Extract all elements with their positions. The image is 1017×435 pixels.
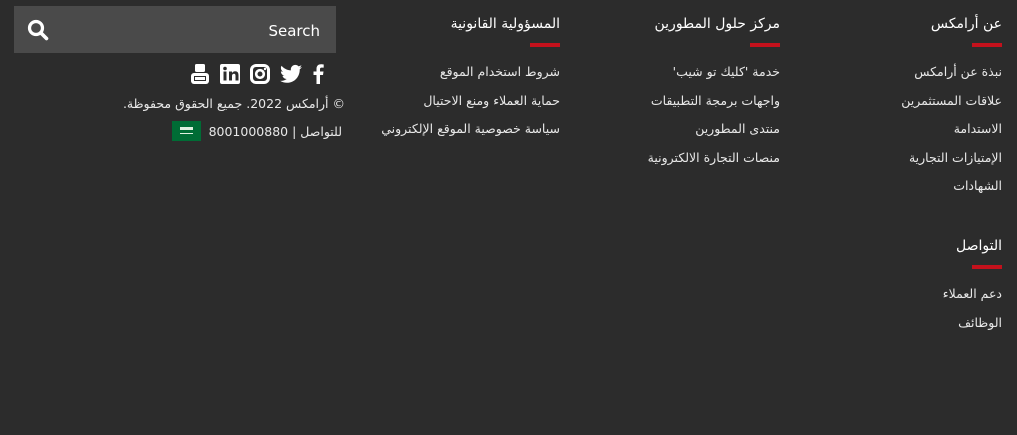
- link-ecommerce-platforms[interactable]: منصات التجارة الالكترونية: [580, 144, 780, 173]
- link-list-developers: خدمة 'كليك تو شيب' واجهات برمجة التطبيقا…: [580, 58, 780, 172]
- phone-text: للتواصل | 8001000880: [208, 123, 342, 139]
- link-terms-of-use[interactable]: شروط استخدام الموقع: [320, 58, 560, 87]
- footer-column-legal: المسؤولية القانونية شروط استخدام الموقع …: [320, 0, 560, 144]
- youtube-icon[interactable]: [190, 64, 210, 88]
- footer-column-developers: مركز حلول المطورين خدمة 'كليك تو شيب' وا…: [580, 0, 780, 172]
- search-icon[interactable]: [27, 19, 49, 41]
- link-click-to-ship[interactable]: خدمة 'كليك تو شيب': [580, 58, 780, 87]
- column-heading-developers: مركز حلول المطورين: [654, 16, 781, 32]
- search-box: [14, 6, 336, 55]
- heading-underline: [750, 43, 780, 47]
- column-heading-contact: التواصل: [956, 238, 1002, 254]
- heading-underline: [972, 43, 1002, 47]
- footer-column-about: عن أرامكس نبذة عن أرامكس علاقات المستثمر…: [822, 0, 1002, 201]
- heading-underline: [972, 265, 1002, 269]
- link-list-legal: شروط استخدام الموقع حماية العملاء ومنع ا…: [320, 58, 560, 144]
- link-about-aramex[interactable]: نبذة عن أرامكس: [822, 58, 1002, 87]
- footer-column-contact: التواصل دعم العملاء الوظائف: [822, 236, 1002, 337]
- linkedin-icon[interactable]: [220, 64, 240, 88]
- copyright-text: © أرامكس 2022. جميع الحقوق محفوظة.: [122, 96, 345, 111]
- social-icons: [190, 64, 324, 88]
- link-fraud-protection[interactable]: حماية العملاء ومنع الاحتيال: [320, 87, 560, 116]
- link-certificates[interactable]: الشهادات: [822, 172, 1002, 201]
- link-apis[interactable]: واجهات برمجة التطبيقات: [580, 87, 780, 116]
- link-developer-forum[interactable]: منتدى المطورين: [580, 115, 780, 144]
- column-heading-about: عن أرامكس: [930, 16, 1002, 32]
- contact-phone: للتواصل | 8001000880: [171, 121, 342, 141]
- link-careers[interactable]: الوظائف: [822, 309, 1002, 338]
- search-input[interactable]: [68, 6, 322, 55]
- link-investor-relations[interactable]: علاقات المستثمرين: [822, 87, 1002, 116]
- link-franchises[interactable]: الإمتيازات التجارية: [822, 144, 1002, 173]
- link-customer-support[interactable]: دعم العملاء: [822, 280, 1002, 309]
- heading-underline: [530, 43, 560, 47]
- link-list-contact: دعم العملاء الوظائف: [822, 280, 1002, 337]
- column-heading-legal: المسؤولية القانونية: [450, 16, 560, 32]
- twitter-icon[interactable]: [280, 64, 302, 88]
- link-list-about: نبذة عن أرامكس علاقات المستثمرين الاستدا…: [822, 58, 1002, 201]
- link-sustainability[interactable]: الاستدامة: [822, 115, 1002, 144]
- instagram-icon[interactable]: [250, 64, 270, 88]
- saudi-flag-icon[interactable]: [171, 121, 201, 141]
- facebook-icon[interactable]: [312, 64, 324, 88]
- link-privacy-policy[interactable]: سياسة خصوصية الموقع الإلكتروني: [320, 115, 560, 144]
